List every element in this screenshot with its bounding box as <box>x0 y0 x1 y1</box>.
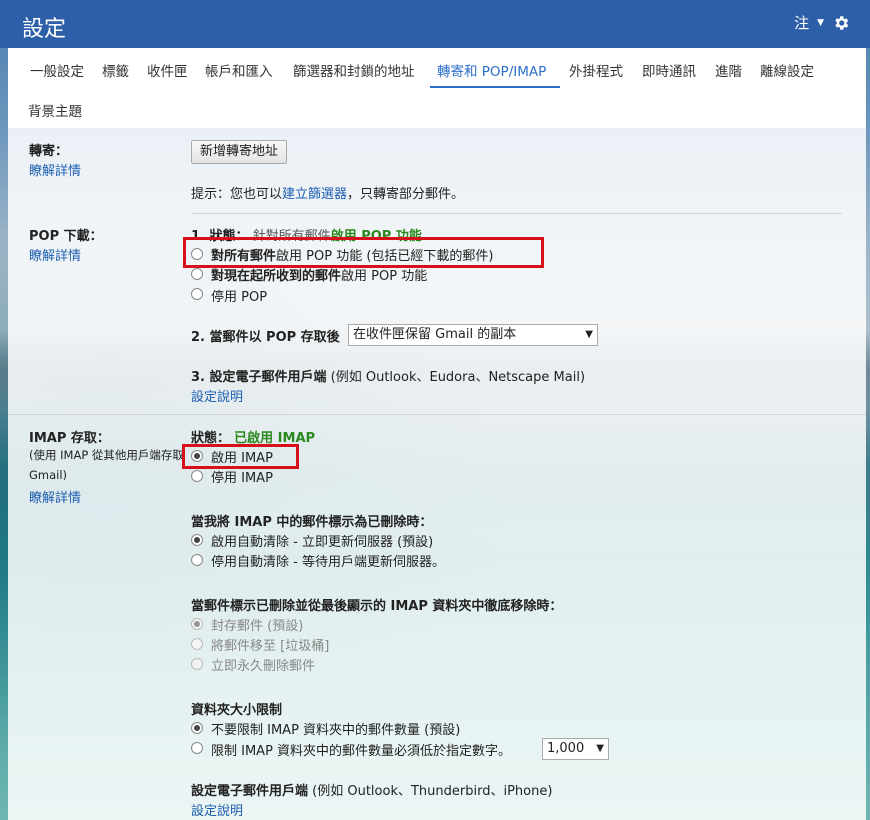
limit-count-value: 1,000 <box>547 741 585 756</box>
hint-suffix: ，只轉寄部分郵件。 <box>347 187 465 202</box>
tab-accounts[interactable]: 帳戶和匯入 <box>205 60 273 80</box>
pop-setup-link[interactable]: 設定說明 <box>191 386 243 405</box>
chevron-down-icon: ▼ <box>585 329 593 340</box>
pop-client-note: (例如 Outlook、Eudora、Netscape Mail) <box>330 370 586 385</box>
forwarding-label: 轉寄： <box>29 144 69 159</box>
chevron-down-icon: ▼ <box>596 743 604 754</box>
no-limit-label: 不要限制 IMAP 資料夾中的郵件數量 (預設) <box>211 723 461 738</box>
auto-expunge-off-radio[interactable] <box>191 554 203 566</box>
archive-label: 封存郵件 (預設) <box>211 619 304 634</box>
pop-download-label: POP 下載： <box>29 229 103 244</box>
divider <box>191 213 842 214</box>
settings-panel <box>8 48 866 820</box>
archive-radio[interactable] <box>191 618 203 630</box>
imap-client-heading: 設定電子郵件用戶端 (例如 Outlook、Thunderbird、iPhone… <box>191 780 552 799</box>
imap-description: (使用 IMAP 從其他用戶端存取 Gmail) <box>29 448 184 482</box>
imap-delete-heading: 當我將 IMAP 中的郵件標示為已刪除時： <box>191 515 433 530</box>
imap-expunge-heading: 當郵件標示已刪除並從最後顯示的 IMAP 資料夾中徹底移除時： <box>191 599 563 614</box>
tab-addons[interactable]: 外掛程式 <box>569 60 623 80</box>
no-limit-radio[interactable] <box>191 722 203 734</box>
pop-disable-label: 停用 POP <box>211 290 268 305</box>
gear-icon[interactable] <box>832 14 850 32</box>
hint-prefix: 提示：您也可以 <box>191 187 283 202</box>
pop-learn-more-link[interactable]: 瞭解詳情 <box>29 245 81 264</box>
opt2-rest: 啟用 POP 功能 <box>341 269 428 284</box>
move-to-trash-label: 將郵件移至 [垃圾桶] <box>211 639 330 654</box>
active-tab-indicator <box>430 86 560 88</box>
auto-expunge-on-label: 啟用自動清除 - 立即更新伺服器 (預設) <box>211 535 434 550</box>
delete-forever-radio[interactable] <box>191 658 203 670</box>
tab-forwarding-pop-imap[interactable]: 轉寄和 POP/IMAP <box>437 60 546 80</box>
imap-client-label: 設定電子郵件用戶端 <box>191 784 309 799</box>
tab-general[interactable]: 一般設定 <box>30 60 84 80</box>
account-name[interactable]: 注 <box>794 12 809 33</box>
pop-access-select-value: 在收件匣保留 Gmail 的副本 <box>353 327 517 342</box>
imap-client-note: (例如 Outlook、Thunderbird、iPhone) <box>312 784 553 799</box>
tab-advanced[interactable]: 進階 <box>715 60 742 80</box>
imap-learn-more-link[interactable]: 瞭解詳情 <box>29 487 81 506</box>
header-bar: 設定 注 ▼ <box>0 0 870 48</box>
imap-disable-radio[interactable] <box>191 470 203 482</box>
imap-access-label: IMAP 存取： <box>29 431 110 446</box>
pop-from-now-radio[interactable] <box>191 268 203 280</box>
delete-forever-label: 立即永久刪除郵件 <box>211 659 316 674</box>
pop-access-select[interactable]: 在收件匣保留 Gmail 的副本 ▼ <box>348 324 598 346</box>
section-divider <box>8 414 866 415</box>
folder-size-heading: 資料夾大小限制 <box>191 703 283 718</box>
tab-labels[interactable]: 標籤 <box>102 60 129 80</box>
pop-client-label: 3. 設定電子郵件用戶端 <box>191 370 327 385</box>
forwarding-learn-more-link[interactable]: 瞭解詳情 <box>29 160 81 179</box>
auto-expunge-on-radio[interactable] <box>191 534 203 546</box>
imap-disable-label: 停用 IMAP <box>211 471 273 486</box>
opt2-bold: 對現在起所收到的郵件 <box>211 269 342 284</box>
tab-offline[interactable]: 離線設定 <box>760 60 814 80</box>
page-title: 設定 <box>22 17 67 42</box>
move-to-trash-radio[interactable] <box>191 638 203 650</box>
highlight-box <box>183 237 544 268</box>
header-actions: 注 ▼ <box>794 12 850 33</box>
pop-access-label: 2. 當郵件以 POP 存取後 <box>191 330 340 345</box>
pop-client-heading: 3. 設定電子郵件用戶端 (例如 Outlook、Eudora、Netscape… <box>191 366 585 385</box>
forwarding-hint: 提示：您也可以建立篩選器，只轉寄部分郵件。 <box>191 183 464 202</box>
tab-inbox[interactable]: 收件匣 <box>147 60 188 80</box>
limit-radio[interactable] <box>191 742 203 754</box>
chevron-down-icon[interactable]: ▼ <box>817 18 824 28</box>
pop-disable-radio[interactable] <box>191 288 203 300</box>
add-forwarding-address-button[interactable]: 新增轉寄地址 <box>191 140 288 164</box>
imap-setup-link[interactable]: 設定說明 <box>191 800 243 819</box>
highlight-box <box>182 444 299 469</box>
limit-label: 限制 IMAP 資料夾中的郵件數量必須低於指定數字。 <box>211 744 512 759</box>
tab-filters[interactable]: 篩選器和封鎖的地址 <box>293 60 415 80</box>
tab-chat[interactable]: 即時通訊 <box>642 60 696 80</box>
tab-themes[interactable]: 背景主題 <box>28 100 82 120</box>
create-filter-link[interactable]: 建立篩選器 <box>282 187 347 202</box>
limit-count-select[interactable]: 1,000 ▼ <box>542 738 609 760</box>
auto-expunge-off-label: 停用自動清除 - 等待用戶端更新伺服器。 <box>211 555 445 570</box>
